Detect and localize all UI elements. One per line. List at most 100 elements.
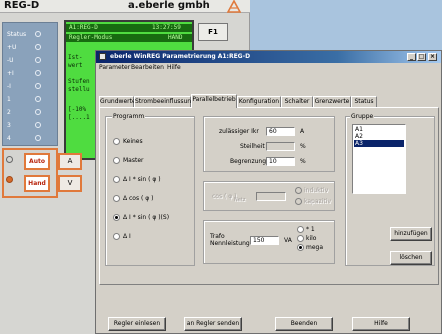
lcd-text: [....1 <box>68 114 90 121</box>
steilheit-input[interactable] <box>266 142 295 151</box>
status-row: +I <box>5 68 55 79</box>
a-button[interactable]: A <box>58 153 82 170</box>
radio-dcos[interactable] <box>113 195 120 202</box>
an-regler-senden-button[interactable]: an Regler senden <box>184 317 242 331</box>
nennleistung-label: Nennleistung <box>210 240 250 247</box>
close-icon[interactable]: × <box>428 53 437 61</box>
loeschen-button[interactable]: löschen <box>390 251 432 265</box>
begrenzung-input[interactable]: 10 <box>266 157 295 166</box>
radio-kilo[interactable] <box>297 235 304 242</box>
radio-mega-label: mega <box>306 244 324 251</box>
tab-strombeeinflussung[interactable]: Strombeeinflussung <box>134 96 195 107</box>
led-icon <box>35 135 41 141</box>
led-icon <box>35 122 41 128</box>
status-led-icon <box>35 31 41 37</box>
lcd-text: [-10% <box>68 106 87 113</box>
list-item-selected[interactable]: A3 <box>354 140 404 147</box>
window-title: eberle WinREG Parametrierung A1:REG-D <box>110 53 251 60</box>
beenden-button[interactable]: Beenden <box>275 317 333 331</box>
radio-induktiv[interactable] <box>295 187 302 194</box>
parametrierung-window: eberle WinREG Parametrierung A1:REG-D _ … <box>95 50 442 334</box>
maximize-icon[interactable]: □ <box>417 53 426 61</box>
cos-phi-sub: Netz <box>234 197 246 203</box>
list-item[interactable]: A2 <box>354 133 404 140</box>
cos-phi-label: cos ( φ ) <box>212 193 237 200</box>
status-row: 4 <box>5 133 55 144</box>
radio-kapazitiv-label: kapazitiv <box>304 198 331 205</box>
trafo-label: Trafo <box>210 233 225 240</box>
minimize-icon[interactable]: _ <box>407 53 416 61</box>
status-led-column: Status +U -U +I -I 1 2 3 4 <box>2 22 58 146</box>
radio-master-label: Master <box>123 157 144 164</box>
zul-ikr-unit: A <box>300 128 305 135</box>
radio-x1[interactable] <box>297 226 304 233</box>
steilheit-unit: % <box>300 143 306 150</box>
radio-keines-label: Keines <box>123 138 143 145</box>
radio-di-sin-s[interactable] <box>113 214 120 221</box>
eberle-logo-icon <box>227 0 241 13</box>
led-active-icon <box>6 176 13 183</box>
radio-di-label: Δ I <box>123 233 131 240</box>
v-button[interactable]: V <box>58 175 82 192</box>
hand-button[interactable]: Hand <box>24 175 50 192</box>
status-row: 2 <box>5 107 55 118</box>
device-header: REG-D a.eberle gmbh <box>0 0 250 13</box>
led-icon <box>35 109 41 115</box>
nennleistung-unit: VA <box>284 237 292 244</box>
radio-kapazitiv[interactable] <box>295 198 302 205</box>
menu-bearbeiten[interactable]: Bearbeiten <box>131 64 164 71</box>
programm-title: Programm <box>112 113 146 120</box>
begrenzung-unit: % <box>300 158 306 165</box>
lcd-text: Ist- <box>68 54 83 61</box>
radio-keines[interactable] <box>113 138 120 145</box>
regler-einlesen-button[interactable]: Regler einlesen <box>108 317 166 331</box>
radio-mega[interactable] <box>297 244 304 251</box>
cos-phi-group: cos ( φ ) Netz induktiv kapazitiv <box>203 181 335 211</box>
tab-grundwerte[interactable]: Grundwerte <box>99 96 136 107</box>
radio-dcos-label: Δ cos ( φ ) <box>123 195 154 202</box>
menu-hilfe[interactable]: Hilfe <box>167 64 181 71</box>
title-bar: eberle WinREG Parametrierung A1:REG-D _ … <box>96 51 441 63</box>
lcd-text: stellu <box>68 86 90 93</box>
tab-schalter[interactable]: Schalter <box>281 96 313 107</box>
led-icon <box>35 57 41 63</box>
gruppe-listbox[interactable]: A1 A2 A3 <box>352 124 406 194</box>
programm-group: Programm Keines Master Δ I * sin ( φ ) Δ… <box>105 113 195 266</box>
device-model: REG-D <box>4 0 40 11</box>
menu-parameter[interactable]: Parameter <box>99 64 130 71</box>
hilfe-button[interactable]: Hilfe <box>352 317 410 331</box>
radio-di-sin[interactable] <box>113 176 120 183</box>
tab-page-parallelbetrieb: Programm Keines Master Δ I * sin ( φ ) Δ… <box>99 107 439 285</box>
led-icon <box>35 96 41 102</box>
nennleistung-input[interactable]: 150 <box>250 236 279 245</box>
begrenzung-label: Begrenzung <box>230 158 267 165</box>
cos-phi-input[interactable] <box>256 192 286 201</box>
tab-status[interactable]: Status <box>351 96 377 107</box>
led-icon <box>6 156 13 163</box>
f1-button[interactable]: F1 <box>198 23 228 41</box>
gruppe-title: Gruppe <box>350 113 375 120</box>
zul-ikr-label: zulässiger Ikr <box>219 128 259 135</box>
radio-di-sin-label: Δ I * sin ( φ ) <box>123 176 161 183</box>
hinzufuegen-button[interactable]: hinzufügen <box>390 227 432 241</box>
led-icon <box>35 44 41 50</box>
status-row: 3 <box>5 120 55 131</box>
lcd-text: Stufen <box>68 78 90 85</box>
tab-grenzwerte[interactable]: Grenzwerte <box>313 96 351 107</box>
app-icon <box>99 53 106 60</box>
menu-bar: Parameter Bearbeiten Hilfe <box>96 63 441 73</box>
tab-konfiguration[interactable]: Konfiguration <box>237 96 281 107</box>
tab-parallelbetrieb[interactable]: Parallelbetrieb <box>191 94 237 108</box>
status-row: 1 <box>5 94 55 105</box>
zul-ikr-input[interactable]: 60 <box>266 127 295 136</box>
auto-button[interactable]: Auto <box>24 153 50 170</box>
screen: REG-D a.eberle gmbh Status +U -U +I -I 1… <box>0 0 442 334</box>
list-item[interactable]: A1 <box>354 126 404 133</box>
brand-name: a.eberle gmbh <box>128 0 210 11</box>
radio-induktiv-label: induktiv <box>304 187 329 194</box>
tab-strip: Grundwerte Strombeeinflussung Parallelbe… <box>99 94 439 108</box>
radio-master[interactable] <box>113 157 120 164</box>
radio-di[interactable] <box>113 233 120 240</box>
steilheit-label: Steilheit <box>240 143 265 150</box>
params-group: zulässiger Ikr 60 A Steilheit % Begrenzu… <box>203 116 335 172</box>
